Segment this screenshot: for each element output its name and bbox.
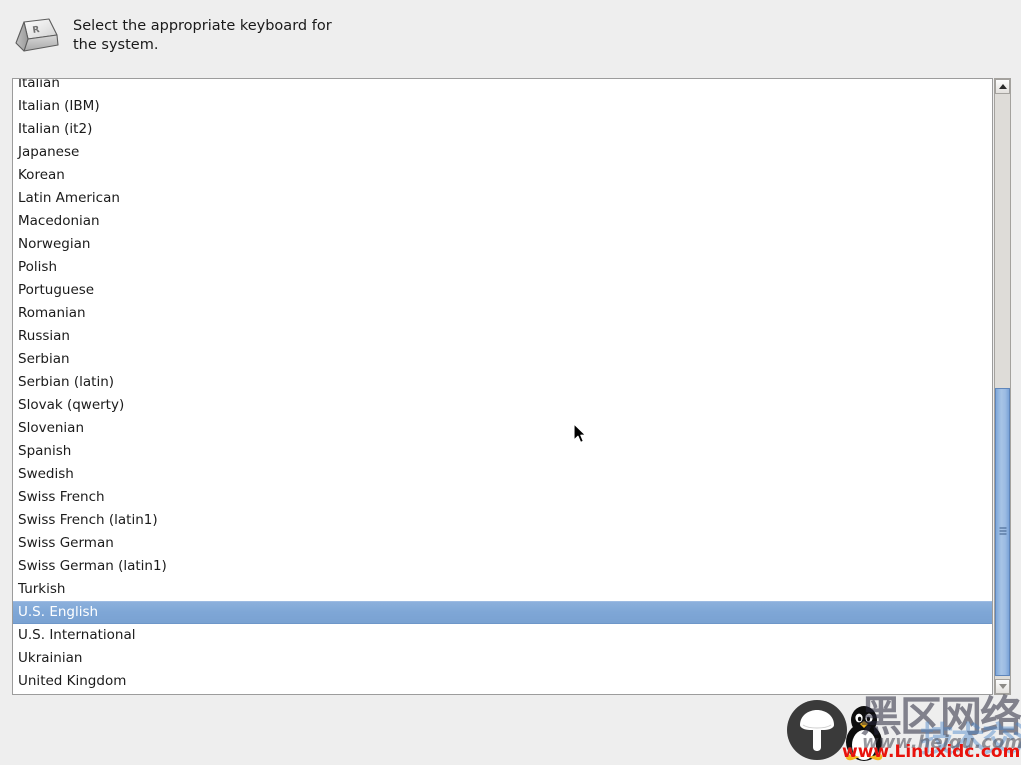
watermark-site-text: www.hejqu.com [862, 732, 1021, 753]
scrollbar-grip-icon [999, 527, 1006, 537]
scrollbar-thumb[interactable] [995, 388, 1010, 676]
list-item[interactable]: Macedonian [13, 210, 992, 233]
tux-penguin-logo [845, 706, 883, 761]
list-item[interactable]: Swiss French [13, 486, 992, 509]
watermark-blue-chinese-text: 技术交流社 [920, 720, 1021, 760]
list-item[interactable]: Slovenian [13, 417, 992, 440]
list-item[interactable]: Serbian (latin) [13, 371, 992, 394]
list-item[interactable]: Serbian [13, 348, 992, 371]
list-item[interactable]: Italian (it2) [13, 118, 992, 141]
list-item[interactable]: Romanian [13, 302, 992, 325]
list-item[interactable]: Japanese [13, 141, 992, 164]
watermark-red-site-text: www.Linuxidc.com [842, 742, 1021, 762]
page-instruction: Select the appropriate keyboard for the … [73, 18, 332, 53]
watermark-overlay: 黑区网络 技术交流社 www.hejqu.com www.Linuxidc.co… [780, 694, 1021, 765]
header-bar: R Select the appropriate keyboard for th… [0, 0, 1021, 72]
list-item[interactable]: Swiss French (latin1) [13, 509, 992, 532]
list-items-container: Italian Italian (IBM) Italian (it2) Japanes… [13, 79, 992, 693]
scroll-up-icon[interactable] [995, 79, 1010, 94]
list-item[interactable]: Italian (IBM) [13, 95, 992, 118]
vertical-scrollbar[interactable] [994, 78, 1011, 695]
list-item[interactable]: Ukrainian [13, 647, 992, 670]
watermark-chinese-text: 黑区网络 [860, 692, 1021, 741]
list-item[interactable]: United Kingdom [13, 670, 992, 693]
scroll-up-arrow-glyph [998, 84, 1007, 89]
list-viewport[interactable]: Italian Italian (IBM) Italian (it2) Japanes… [13, 79, 992, 694]
list-item[interactable]: Portuguese [13, 279, 992, 302]
list-item[interactable]: Swedish [13, 463, 992, 486]
list-item[interactable]: Slovak (qwerty) [13, 394, 992, 417]
list-item[interactable]: Italian [13, 79, 992, 95]
keyboard-layout-list[interactable]: Italian Italian (IBM) Italian (it2) Japanes… [12, 78, 993, 695]
list-item[interactable]: Swiss German [13, 532, 992, 555]
mushroom-logo [787, 700, 847, 760]
list-item[interactable]: Russian [13, 325, 992, 348]
list-item[interactable]: U.S. English [13, 601, 992, 624]
list-item[interactable]: Polish [13, 256, 992, 279]
keyboard-keycap-icon: R [15, 18, 59, 52]
scroll-down-arrow-glyph [998, 684, 1007, 689]
list-item[interactable]: Korean [13, 164, 992, 187]
list-item[interactable]: Spanish [13, 440, 992, 463]
list-item[interactable]: Latin American [13, 187, 992, 210]
scroll-down-icon[interactable] [995, 679, 1010, 694]
scrollbar-track[interactable] [995, 94, 1010, 679]
list-item[interactable]: Swiss German (latin1) [13, 555, 992, 578]
list-item[interactable]: Norwegian [13, 233, 992, 256]
list-item[interactable]: Turkish [13, 578, 992, 601]
list-item[interactable]: U.S. International [13, 624, 992, 647]
